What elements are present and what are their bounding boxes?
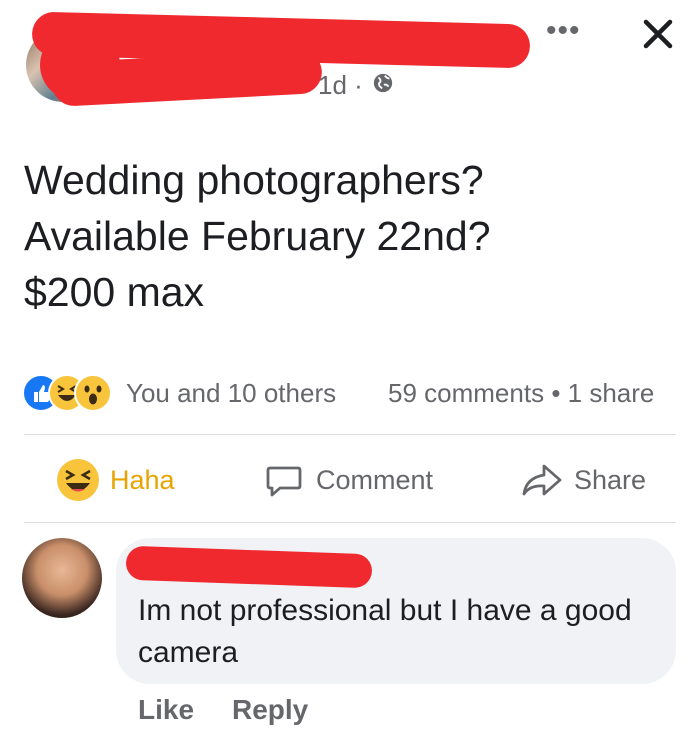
reaction-summary[interactable]: You and 10 others bbox=[126, 378, 336, 409]
globe-icon bbox=[373, 73, 393, 93]
shares-count[interactable]: 1 share bbox=[568, 378, 655, 408]
engagement-counts[interactable]: 59 comments • 1 share bbox=[388, 378, 654, 409]
comment-text: Im not professional but I have a good ca… bbox=[138, 594, 632, 669]
more-options-icon[interactable]: ••• bbox=[546, 14, 581, 48]
post-text: Wedding photographers? Available Februar… bbox=[24, 157, 491, 315]
wow-reaction-icon bbox=[74, 374, 112, 412]
divider bbox=[24, 434, 676, 435]
comment-like-link[interactable]: Like bbox=[138, 694, 194, 726]
comment-reply-link[interactable]: Reply bbox=[232, 694, 308, 726]
haha-reaction-icon bbox=[57, 459, 99, 501]
commenter-avatar[interactable] bbox=[22, 538, 102, 618]
comment-button[interactable]: Comment bbox=[264, 454, 433, 506]
share-icon bbox=[522, 464, 562, 496]
comment-icon bbox=[266, 466, 302, 497]
divider bbox=[24, 522, 676, 523]
comments-count[interactable]: 59 comments bbox=[388, 378, 544, 408]
reaction-icons[interactable] bbox=[22, 374, 132, 412]
close-icon[interactable] bbox=[640, 16, 676, 52]
share-button[interactable]: Share bbox=[520, 454, 646, 506]
name-redaction bbox=[40, 30, 120, 100]
haha-button[interactable]: Haha bbox=[56, 454, 175, 506]
post-time[interactable]: 1d · bbox=[318, 70, 363, 101]
